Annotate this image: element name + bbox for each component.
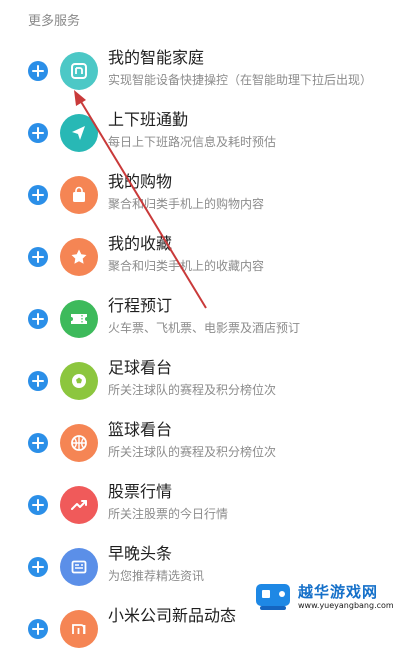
service-row-smart-home[interactable]: 我的智能家庭 实现智能设备快捷操控（在智能助理下拉后出现）: [0, 40, 406, 102]
service-subtitle: 所关注球队的赛程及积分榜位次: [108, 383, 277, 397]
service-title: 我的购物: [108, 172, 173, 191]
service-subtitle: 所关注球队的赛程及积分榜位次: [108, 445, 277, 459]
add-icon[interactable]: [28, 123, 48, 143]
mi-home-icon: [60, 52, 98, 90]
service-title: 早晚头条: [108, 544, 173, 563]
section-title: 更多服务: [28, 14, 81, 29]
service-row-stocks[interactable]: 股票行情 所关注股票的今日行情: [0, 474, 406, 536]
watermark-logo-icon: [256, 584, 290, 610]
watermark-text: 越华游戏网: [298, 583, 379, 601]
add-icon[interactable]: [28, 371, 48, 391]
service-row-booking[interactable]: 行程预订 火车票、飞机票、电影票及酒店预订: [0, 288, 406, 350]
add-icon[interactable]: [28, 433, 48, 453]
service-title: 上下班通勤: [108, 110, 189, 129]
add-icon[interactable]: [28, 619, 48, 639]
service-title: 行程预订: [108, 296, 173, 315]
service-title: 足球看台: [108, 358, 173, 377]
soccer-ball-icon: [60, 362, 98, 400]
service-subtitle: 每日上下班路况信息及耗时预估: [108, 135, 277, 149]
watermark: 越华游戏网 www.yueyangbang.com: [252, 579, 402, 615]
star-icon: [60, 238, 98, 276]
service-row-shopping[interactable]: 我的购物 聚合和归类手机上的购物内容: [0, 164, 406, 226]
add-icon[interactable]: [28, 557, 48, 577]
service-list: 我的智能家庭 实现智能设备快捷操控（在智能助理下拉后出现） 上下班通勤 每日上下…: [0, 40, 406, 660]
service-row-favorites[interactable]: 我的收藏 聚合和归类手机上的收藏内容: [0, 226, 406, 288]
service-row-basketball[interactable]: 篮球看台 所关注球队的赛程及积分榜位次: [0, 412, 406, 474]
service-title: 我的收藏: [108, 234, 173, 253]
service-title: 我的智能家庭: [108, 48, 205, 67]
service-row-commute[interactable]: 上下班通勤 每日上下班路况信息及耗时预估: [0, 102, 406, 164]
service-subtitle: 火车票、飞机票、电影票及酒店预订: [108, 321, 301, 335]
add-icon[interactable]: [28, 495, 48, 515]
add-icon[interactable]: [28, 185, 48, 205]
service-title: 股票行情: [108, 482, 173, 501]
navigation-arrow-icon: [60, 114, 98, 152]
watermark-url: www.yueyangbang.com: [298, 601, 394, 610]
add-icon[interactable]: [28, 61, 48, 81]
shopping-bag-icon: [60, 176, 98, 214]
service-subtitle: 实现智能设备快捷操控（在智能助理下拉后出现）: [108, 73, 373, 87]
service-subtitle: 聚合和归类手机上的收藏内容: [108, 259, 265, 273]
add-icon[interactable]: [28, 309, 48, 329]
basketball-icon: [60, 424, 98, 462]
news-icon: [60, 548, 98, 586]
service-subtitle: 聚合和归类手机上的购物内容: [108, 197, 265, 211]
stock-trend-icon: [60, 486, 98, 524]
service-subtitle: 所关注股票的今日行情: [108, 507, 229, 521]
service-row-football[interactable]: 足球看台 所关注球队的赛程及积分榜位次: [0, 350, 406, 412]
ticket-icon: [60, 300, 98, 338]
add-icon[interactable]: [28, 247, 48, 267]
mi-logo-icon: [60, 610, 98, 648]
service-title: 篮球看台: [108, 420, 173, 439]
